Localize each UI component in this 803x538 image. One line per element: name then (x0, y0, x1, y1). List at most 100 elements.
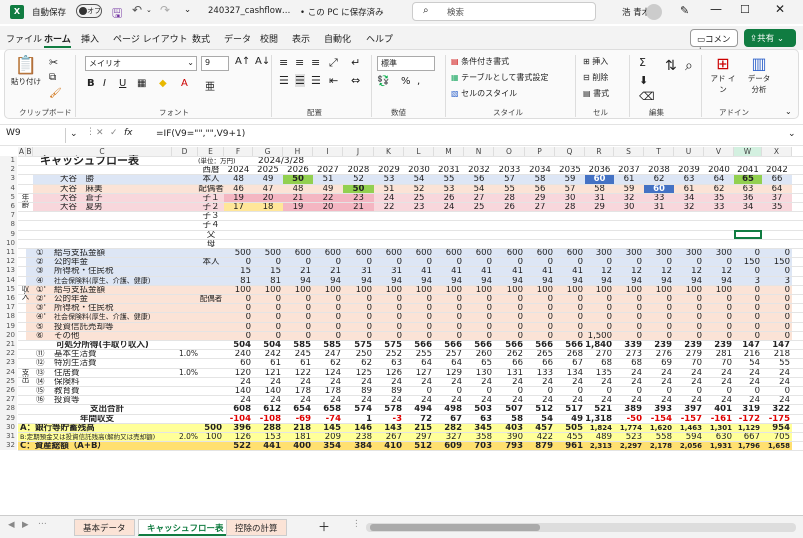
fund-cell[interactable]: 327 (434, 432, 462, 441)
total-cell[interactable]: 703 (464, 441, 492, 450)
row-header[interactable]: 15 (0, 284, 17, 294)
income-cell[interactable]: 0 (283, 294, 311, 303)
age-cell[interactable]: 21 (343, 202, 374, 212)
balance-cell[interactable]: -104 (224, 414, 251, 423)
bank-cell[interactable]: 218 (283, 423, 311, 432)
balance-cell[interactable]: 1,318 (585, 414, 612, 423)
income-cell[interactable]: 0 (555, 322, 583, 331)
income-cell[interactable]: 600 (464, 248, 492, 257)
income-cell[interactable]: 0 (525, 331, 553, 340)
expense-cell[interactable]: 24 (283, 377, 311, 386)
expense-total-cell[interactable]: 658 (313, 404, 341, 413)
income-cell[interactable]: 94 (585, 276, 612, 285)
income-cell[interactable]: 100 (253, 285, 281, 294)
income-cell[interactable]: 0 (404, 312, 432, 321)
income-cell[interactable]: 0 (494, 312, 523, 321)
column-header[interactable]: V (704, 147, 734, 156)
disposable-cell[interactable]: 566 (404, 340, 432, 349)
income-cell[interactable]: 21 (313, 266, 341, 275)
family-relation[interactable]: 本人 (198, 174, 224, 183)
year-cell[interactable]: 2030 (404, 165, 434, 174)
income-cell[interactable]: 0 (762, 294, 790, 303)
income-cell[interactable]: 0 (313, 257, 341, 266)
income-cell[interactable]: 0 (614, 312, 642, 321)
income-cell[interactable]: 0 (704, 294, 732, 303)
date-value[interactable]: 2024/3/28 (258, 156, 328, 165)
bank-cell[interactable]: 505 (555, 423, 583, 432)
income-cell[interactable]: 0 (555, 257, 583, 266)
column-header[interactable]: J (343, 147, 374, 156)
expense-cell[interactable]: 24 (674, 377, 702, 386)
expense-cell[interactable]: 0 (494, 386, 523, 395)
row-header[interactable]: 1 (0, 156, 17, 166)
row-header[interactable]: 27 (0, 395, 17, 405)
balance-cell[interactable]: -74 (313, 414, 341, 423)
age-cell[interactable]: 59 (614, 184, 644, 193)
balance-cell[interactable]: -157 (674, 414, 702, 423)
expense-cell[interactable]: 24 (343, 395, 372, 404)
age-cell[interactable]: 47 (253, 184, 283, 193)
income-cell[interactable]: 600 (343, 248, 372, 257)
income-cell[interactable]: 41 (464, 266, 492, 275)
year-cell[interactable]: 2042 (762, 165, 792, 174)
row-header[interactable]: 24 (0, 367, 17, 377)
column-header[interactable]: B (26, 147, 33, 156)
disposable-cell[interactable]: 504 (253, 340, 281, 349)
expense-cell[interactable]: 69 (644, 358, 672, 367)
bank-base[interactable]: 500 (198, 423, 222, 432)
expense-cell[interactable]: 24 (555, 395, 583, 404)
disposable-cell[interactable]: 575 (374, 340, 402, 349)
income-cell[interactable]: 0 (734, 248, 760, 257)
income-cell[interactable]: 0 (404, 322, 432, 331)
income-cell[interactable]: 100 (555, 285, 583, 294)
income-cell[interactable]: 0 (734, 331, 760, 340)
expense-cell[interactable]: 0 (585, 386, 612, 395)
income-cell[interactable]: 21 (283, 266, 311, 275)
income-cell[interactable]: 3 (734, 276, 760, 285)
column-header[interactable]: I (313, 147, 343, 156)
income-cell[interactable]: 0 (734, 303, 760, 312)
income-cell[interactable]: 0 (674, 322, 702, 331)
income-cell[interactable]: 81 (224, 276, 251, 285)
fund-cell[interactable]: 209 (313, 432, 341, 441)
expense-cell[interactable]: 24 (614, 395, 642, 404)
expense-cell[interactable]: 24 (525, 395, 553, 404)
worksheet-grid[interactable]: A B C D E F G H I J K L M N O P Q R S T U V W X 1 2 3 4 5 6 7 8 9 10 11 12 1… (0, 0, 803, 538)
expense-cell[interactable]: 121 (253, 368, 281, 377)
income-cell[interactable]: 12 (585, 266, 612, 275)
expense-cell[interactable]: 24 (224, 377, 251, 386)
year-cell[interactable]: 2040 (704, 165, 734, 174)
disposable-cell[interactable]: 566 (525, 340, 553, 349)
row-header[interactable]: 20 (0, 330, 17, 340)
year-cell[interactable]: 2027 (313, 165, 343, 174)
age-cell[interactable]: 54 (464, 184, 494, 193)
total-cell[interactable]: 441 (253, 441, 281, 450)
disposable-cell[interactable]: 239 (674, 340, 702, 349)
balance-cell[interactable]: 67 (434, 414, 462, 423)
age-cell[interactable]: 18 (253, 202, 283, 212)
row-header[interactable]: 25 (0, 376, 17, 386)
income-cell[interactable]: 3 (762, 276, 790, 285)
expense-cell[interactable]: 133 (525, 368, 553, 377)
column-header[interactable]: L (404, 147, 434, 156)
age-cell[interactable]: 23 (343, 192, 374, 202)
disposable-cell[interactable]: 339 (614, 340, 642, 349)
expense-cell[interactable]: 260 (464, 349, 492, 358)
income-cell[interactable]: 600 (494, 248, 523, 257)
fund-cell[interactable]: 153 (253, 432, 281, 441)
expense-cell[interactable]: 178 (313, 386, 341, 395)
scroll-left-icon[interactable]: ◀ (8, 520, 15, 530)
balance-cell[interactable]: 54 (525, 414, 553, 423)
income-cell[interactable]: 94 (434, 276, 462, 285)
expense-cell[interactable]: 24 (585, 377, 612, 386)
expense-total-cell[interactable]: 494 (404, 404, 432, 413)
income-cell[interactable]: 0 (614, 257, 642, 266)
expense-cell[interactable]: 24 (704, 395, 732, 404)
expense-cell[interactable]: 262 (494, 349, 523, 358)
income-cell[interactable]: 0 (525, 312, 553, 321)
expense-cell[interactable]: 24 (762, 395, 790, 404)
income-cell[interactable]: 0 (253, 303, 281, 312)
expense-cell[interactable]: 125 (343, 368, 372, 377)
expense-cell[interactable]: 61 (283, 358, 311, 367)
expense-cell[interactable]: 24 (434, 395, 462, 404)
